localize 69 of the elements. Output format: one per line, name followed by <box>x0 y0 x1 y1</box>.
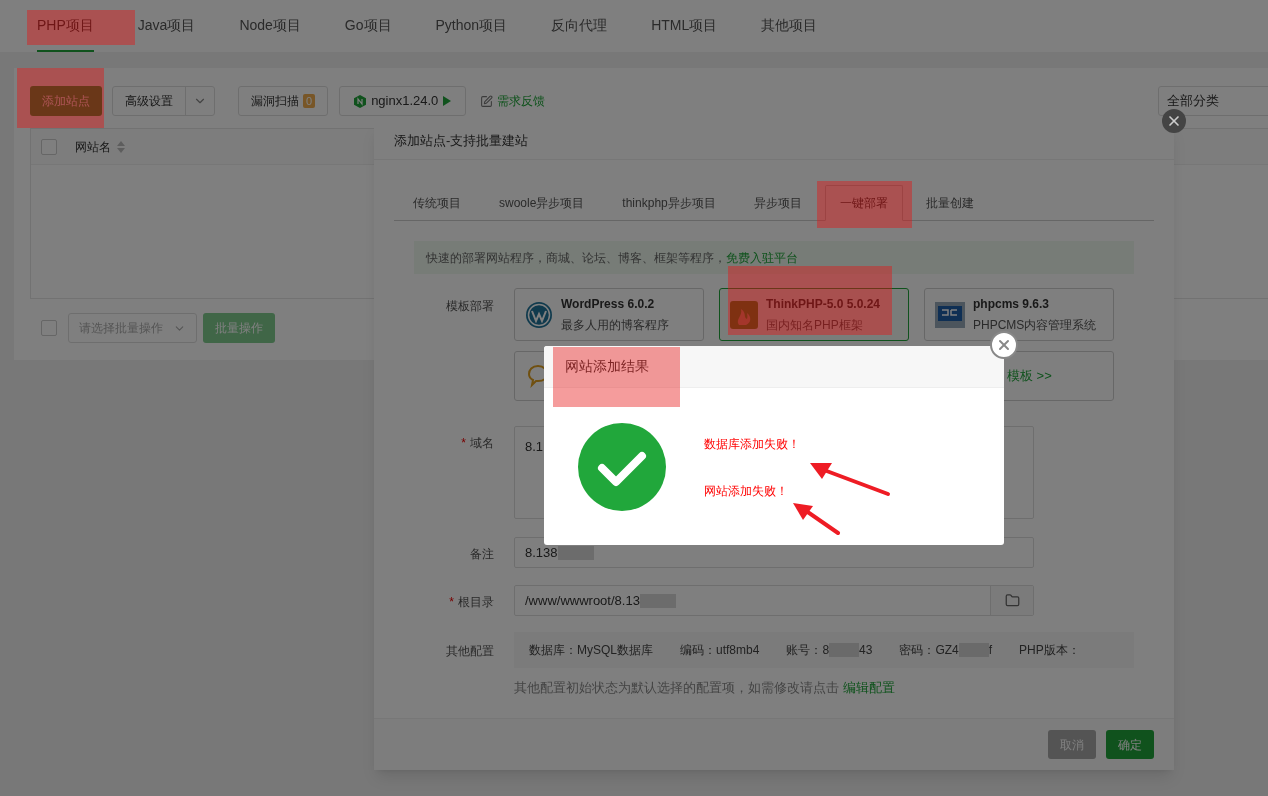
dialog-tab[interactable]: 批量创建 <box>910 185 989 221</box>
flame-logo-icon <box>730 300 758 329</box>
required-mark: * <box>449 594 454 611</box>
field-label: 模板部署 <box>445 298 494 315</box>
config-item: 密码：GZ4 <box>899 642 959 659</box>
feedback-link[interactable]: 需求反馈 <box>480 92 546 110</box>
error-message: 网站添加失败！ <box>704 484 789 498</box>
config-item: 编码：utf8mb4 <box>680 642 760 659</box>
notice-text: 快速的部署网站程序，商城、论坛、博客、框架等程序，免费入驻平台 <box>426 249 798 267</box>
root-directory-field[interactable]: /www/wwwroot/8.13 <box>514 585 1034 616</box>
project-tab[interactable]: HTML项目 <box>651 0 718 52</box>
advanced-settings-label: 高级设置 <box>113 87 186 115</box>
folder-button[interactable] <box>990 586 1033 615</box>
annotation-arrow <box>793 503 840 535</box>
field-label: 其他配置 <box>445 643 494 660</box>
template-description: 最多人用的博客程序 <box>561 317 669 334</box>
column-header[interactable]: 网站名 <box>75 137 111 156</box>
field-value: 8.1 <box>525 438 544 456</box>
count-badge: 0 <box>303 94 316 108</box>
hexagon-icon <box>354 94 367 108</box>
confirm-button[interactable]: 确定 <box>1106 730 1154 759</box>
more-templates-link[interactable]: 模板 >> <box>1007 366 1052 386</box>
project-tab[interactable]: Go项目 <box>344 0 392 52</box>
template-name: ThinkPHP-5.0 5.0.24 <box>766 296 881 313</box>
field-value: 8.138 <box>525 543 558 562</box>
sort-icon[interactable] <box>117 140 125 153</box>
dialog-tab[interactable]: thinkphp异步项目 <box>607 185 731 221</box>
dialog-title: 添加站点-支持批量建站 <box>394 131 529 150</box>
dialog-tab[interactable]: 异步项目 <box>738 185 817 221</box>
template-card[interactable]: phpcms 9.6.3 PHPCMS内容管理系统 <box>924 288 1114 341</box>
dialog-title: 网站添加结果 <box>565 357 649 376</box>
project-tab[interactable]: 其他项目 <box>761 0 818 52</box>
field-label: 备注 <box>470 546 494 563</box>
project-tab[interactable]: Java项目 <box>137 0 196 52</box>
error-message: 数据库添加失败！ <box>704 437 800 451</box>
success-check-icon <box>578 423 666 511</box>
dialog-tab[interactable]: 传统项目 <box>398 185 476 221</box>
template-name: phpcms 9.6.3 <box>973 296 1051 313</box>
edit-config-link[interactable]: 编辑配置 <box>842 680 895 695</box>
vulnerability-scan-button[interactable]: 漏洞扫描 0 <box>238 86 329 116</box>
config-item: f <box>988 642 993 659</box>
folder-icon <box>1004 593 1020 608</box>
config-item: PHP版本： <box>1019 642 1080 659</box>
dialog-tab[interactable]: swoole异步项目 <box>484 185 600 221</box>
checkbox[interactable] <box>41 138 57 155</box>
template-card[interactable]: WordPress 6.0.2 最多人用的博客程序 <box>514 288 704 341</box>
nginx-button[interactable]: nginx1.24.0 <box>339 86 467 116</box>
config-item: 43 <box>859 642 873 659</box>
project-tab[interactable]: Python项目 <box>435 0 508 52</box>
checkbox[interactable] <box>41 320 57 336</box>
edit-icon <box>480 94 494 108</box>
project-tab[interactable]: Node项目 <box>239 0 301 52</box>
phpcms-logo-icon <box>935 301 965 328</box>
play-icon <box>443 96 452 106</box>
field-value: /www/wwwroot/8.13 <box>525 591 640 610</box>
project-tab[interactable]: PHP项目 <box>37 0 94 52</box>
config-item: 账号：8 <box>786 642 830 659</box>
close-icon <box>996 337 1012 353</box>
config-item: 数据库：MySQL数据库 <box>529 642 653 659</box>
join-platform-link[interactable]: 免费入驻平台 <box>726 250 798 265</box>
close-icon <box>1166 113 1182 129</box>
template-name: WordPress 6.0.2 <box>561 296 656 313</box>
wordpress-logo-icon <box>525 300 553 329</box>
field-label: 根目录 <box>458 594 494 611</box>
required-mark: * <box>461 435 466 452</box>
advanced-settings-dropdown[interactable]: 高级设置 <box>112 86 215 116</box>
field-label: 域名 <box>470 435 494 452</box>
project-tab[interactable]: 反向代理 <box>551 0 608 52</box>
template-description: PHPCMS内容管理系统 <box>973 317 1097 334</box>
